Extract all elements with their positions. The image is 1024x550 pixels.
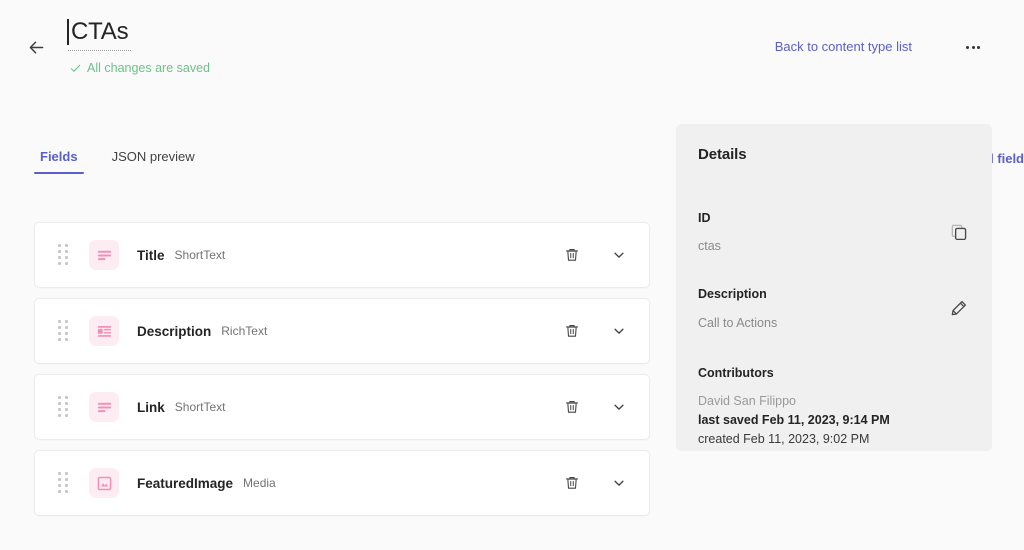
trash-icon: [565, 401, 579, 413]
expand-field-button[interactable]: [607, 319, 631, 343]
field-name: Link: [137, 399, 165, 415]
media-image-glyph: [97, 476, 111, 490]
field-name: FeaturedImage: [137, 475, 234, 491]
table-row[interactable]: Title ShortText: [34, 222, 650, 288]
short-text-glyph: [97, 402, 111, 412]
content-type-title-input[interactable]: CTAs: [66, 18, 132, 51]
expand-field-button[interactable]: [607, 471, 631, 495]
field-type: ShortText: [174, 248, 226, 262]
row-actions: [560, 395, 631, 419]
row-actions: [560, 319, 631, 343]
row-actions: [560, 243, 631, 267]
tab-fields[interactable]: Fields: [34, 149, 84, 174]
details-panel-title: Details: [698, 146, 747, 163]
title-wrap: CTAs: [66, 18, 132, 51]
delete-field-button[interactable]: [560, 319, 584, 343]
ellipsis-dot: [966, 45, 969, 49]
row-actions: [560, 471, 631, 495]
chevron-down-icon: [614, 252, 624, 258]
details-contributors-group: Contributors David San Filippo last save…: [698, 366, 970, 446]
rich-text-glyph: [97, 325, 111, 337]
ellipsis-dot: [977, 45, 980, 49]
field-type: RichText: [221, 324, 268, 338]
last-saved-timestamp: last saved Feb 11, 2023, 9:14 PM: [698, 413, 890, 427]
expand-field-button[interactable]: [607, 243, 631, 267]
trash-icon: [565, 249, 579, 261]
details-panel: Details ID ctas Description Call to Acti…: [676, 124, 992, 451]
field-type: Media: [243, 476, 276, 490]
details-id-value: ctas: [698, 239, 721, 253]
details-id-label: ID: [698, 211, 711, 225]
details-description-group: Description Call to Actions: [698, 287, 970, 330]
edit-description-button[interactable]: [948, 297, 970, 319]
check-icon: [70, 64, 81, 72]
save-status: All changes are saved: [70, 60, 210, 76]
delete-field-button[interactable]: [560, 243, 584, 267]
tab-json-preview[interactable]: JSON preview: [106, 149, 201, 174]
copy-id-button[interactable]: [948, 221, 970, 243]
tab-bar: Fields JSON preview: [34, 140, 650, 174]
field-name: Title: [137, 247, 165, 263]
field-list: Title ShortText Description RichText Lin…: [34, 222, 650, 526]
trash-icon: [565, 477, 579, 489]
drag-handle-icon[interactable]: [58, 396, 68, 418]
details-contributors-label: Contributors: [698, 366, 774, 380]
expand-field-button[interactable]: [607, 395, 631, 419]
drag-handle-icon[interactable]: [58, 320, 68, 342]
back-button[interactable]: [22, 33, 50, 61]
drag-handle-icon[interactable]: [58, 244, 68, 266]
details-description-label: Description: [698, 287, 767, 301]
short-text-icon: [89, 240, 119, 270]
more-options-button[interactable]: [960, 36, 986, 58]
copy-icon: [951, 224, 967, 241]
table-row[interactable]: Link ShortText: [34, 374, 650, 440]
drag-handle-icon[interactable]: [58, 472, 68, 494]
details-description-value: Call to Actions: [698, 316, 778, 330]
chevron-down-icon: [614, 328, 624, 334]
rich-text-icon: [89, 316, 119, 346]
ellipsis-dot: [971, 45, 975, 49]
content-type-editor-page: CTAs All changes are saved Back to conte…: [0, 0, 1024, 550]
delete-field-button[interactable]: [560, 395, 584, 419]
main-content: Fields JSON preview: [34, 140, 650, 174]
short-text-glyph: [97, 250, 111, 260]
field-type: ShortText: [174, 400, 226, 414]
contributor-name: David San Filippo: [698, 394, 796, 408]
short-text-icon: [89, 392, 119, 422]
arrow-left-icon: [29, 41, 43, 53]
created-timestamp: created Feb 11, 2023, 9:02 PM: [698, 432, 870, 446]
field-name: Description: [137, 323, 212, 339]
media-image-icon: [89, 468, 119, 498]
page-header: CTAs All changes are saved Back to conte…: [0, 0, 1024, 108]
delete-field-button[interactable]: [560, 471, 584, 495]
table-row[interactable]: FeaturedImage Media: [34, 450, 650, 516]
details-id-group: ID ctas: [698, 211, 970, 253]
pencil-edit-icon: [951, 300, 967, 316]
save-status-label: All changes are saved: [87, 61, 210, 75]
table-row[interactable]: Description RichText: [34, 298, 650, 364]
chevron-down-icon: [614, 480, 624, 486]
back-to-content-type-list-link[interactable]: Back to content type list: [775, 39, 912, 54]
chevron-down-icon: [614, 404, 624, 410]
trash-icon: [565, 325, 579, 337]
